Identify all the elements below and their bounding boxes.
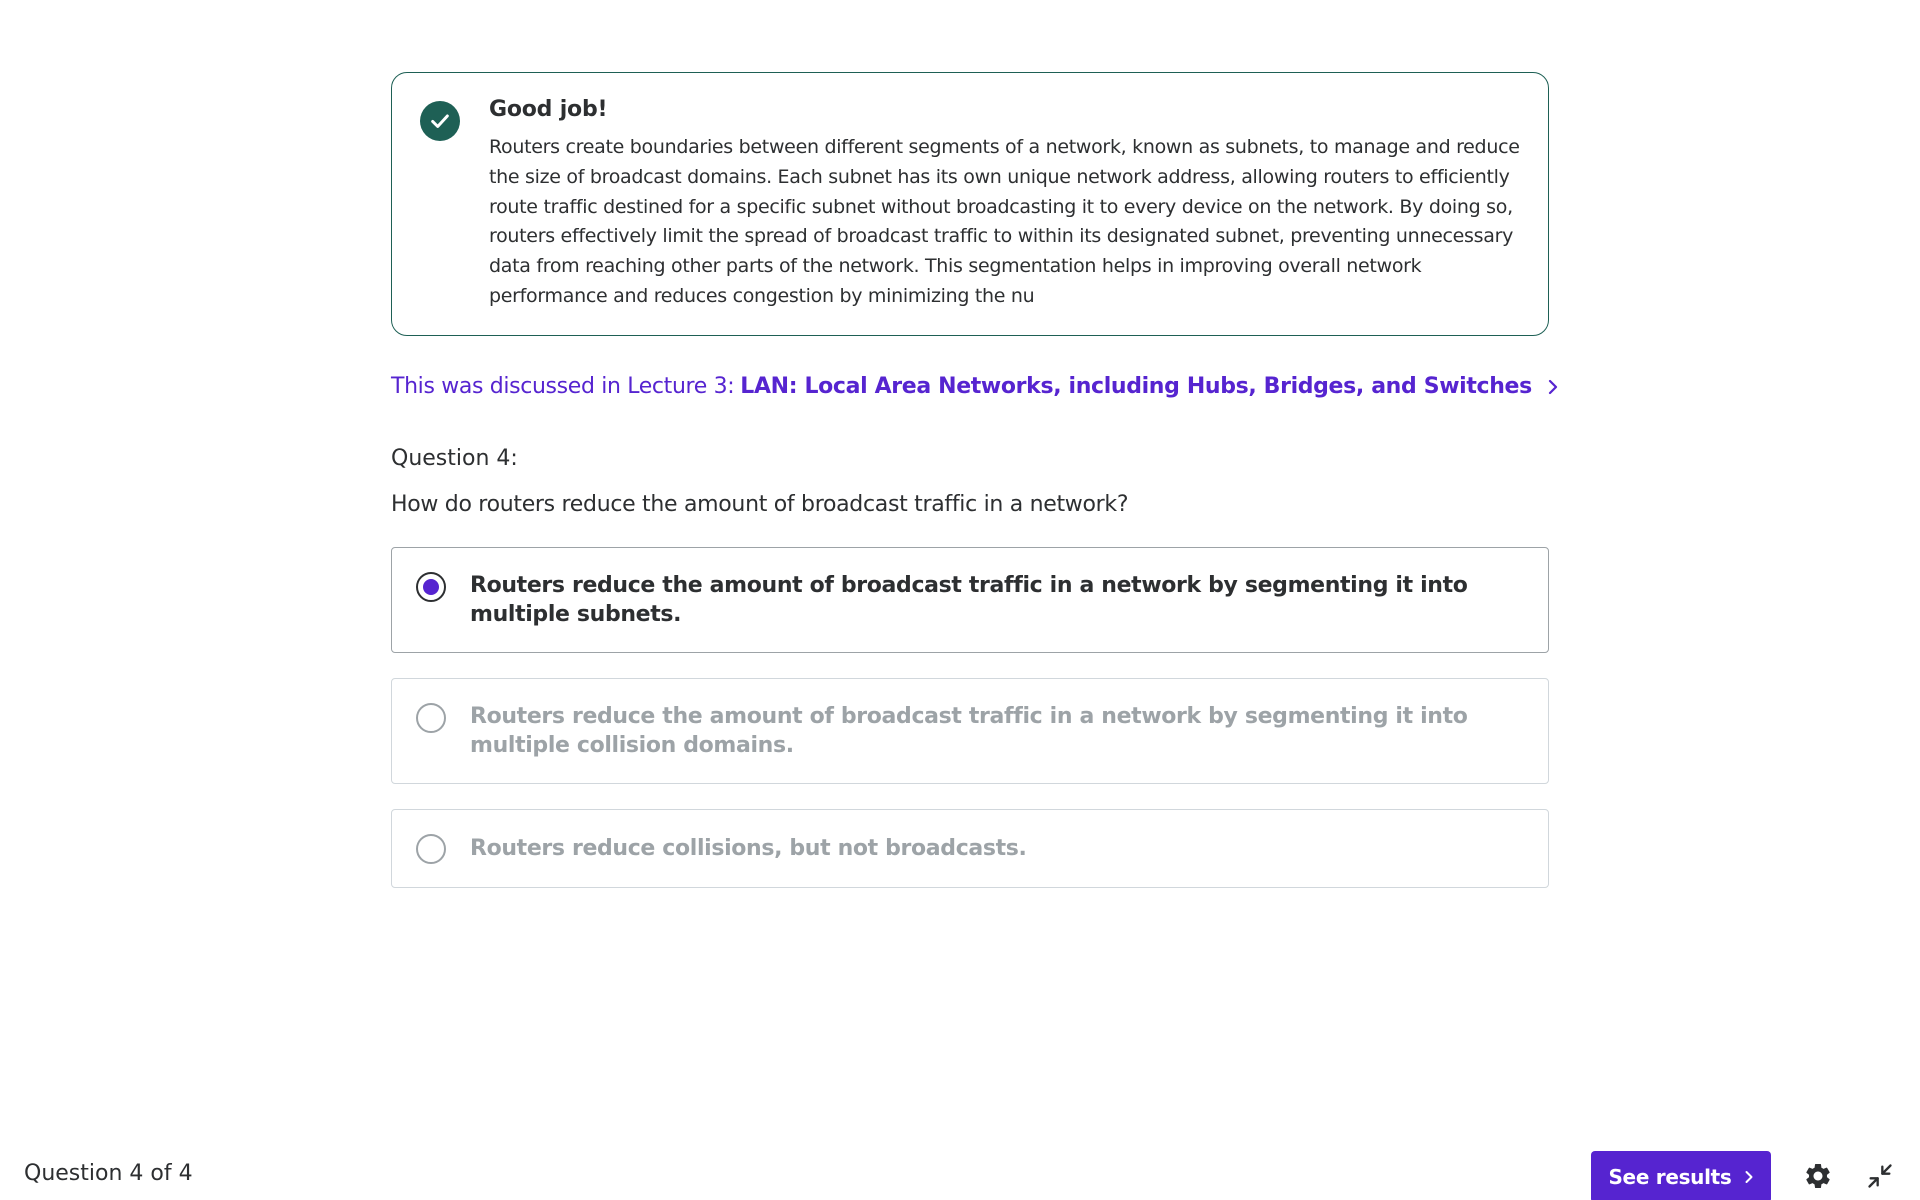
answer-option-1[interactable]: Routers reduce the amount of broadcast t… (391, 547, 1549, 653)
answer-option-3[interactable]: Routers reduce collisions, but not broad… (391, 809, 1549, 888)
question-progress: Question 4 of 4 (24, 1161, 193, 1186)
question-text: How do routers reduce the amount of broa… (391, 492, 1129, 517)
answer-option-text: Routers reduce collisions, but not broad… (470, 836, 1027, 861)
answer-option-2[interactable]: Routers reduce the amount of broadcast t… (391, 678, 1549, 784)
feedback-explanation: Routers create boundaries between differ… (489, 136, 1520, 307)
chevron-right-icon[interactable] (1546, 377, 1560, 397)
gear-icon[interactable] (1800, 1158, 1836, 1194)
chevron-right-icon (1745, 1171, 1753, 1183)
check-circle-icon (420, 101, 460, 141)
radio-button[interactable] (416, 703, 446, 733)
feedback-card: Good job! Routers create boundaries betw… (391, 72, 1549, 336)
collapse-icon[interactable] (1862, 1158, 1898, 1194)
feedback-title: Good job! (489, 97, 608, 122)
see-results-label: See results (1608, 1165, 1732, 1189)
lecture-reference: This was discussed in Lecture 3: LAN: Lo… (391, 374, 1560, 399)
answer-option-text: Routers reduce the amount of broadcast t… (470, 573, 1468, 627)
lecture-link[interactable]: LAN: Local Area Networks, including Hubs… (740, 374, 1532, 399)
radio-button[interactable] (416, 834, 446, 864)
lecture-prefix: This was discussed in Lecture 3: (391, 374, 735, 399)
radio-dot (423, 579, 439, 595)
see-results-button[interactable]: See results (1591, 1151, 1771, 1200)
answer-option-text: Routers reduce the amount of broadcast t… (470, 704, 1468, 758)
question-label: Question 4: (391, 446, 518, 471)
quiz-page: Good job! Routers create boundaries betw… (0, 0, 1920, 1200)
radio-button-selected[interactable] (416, 572, 446, 602)
